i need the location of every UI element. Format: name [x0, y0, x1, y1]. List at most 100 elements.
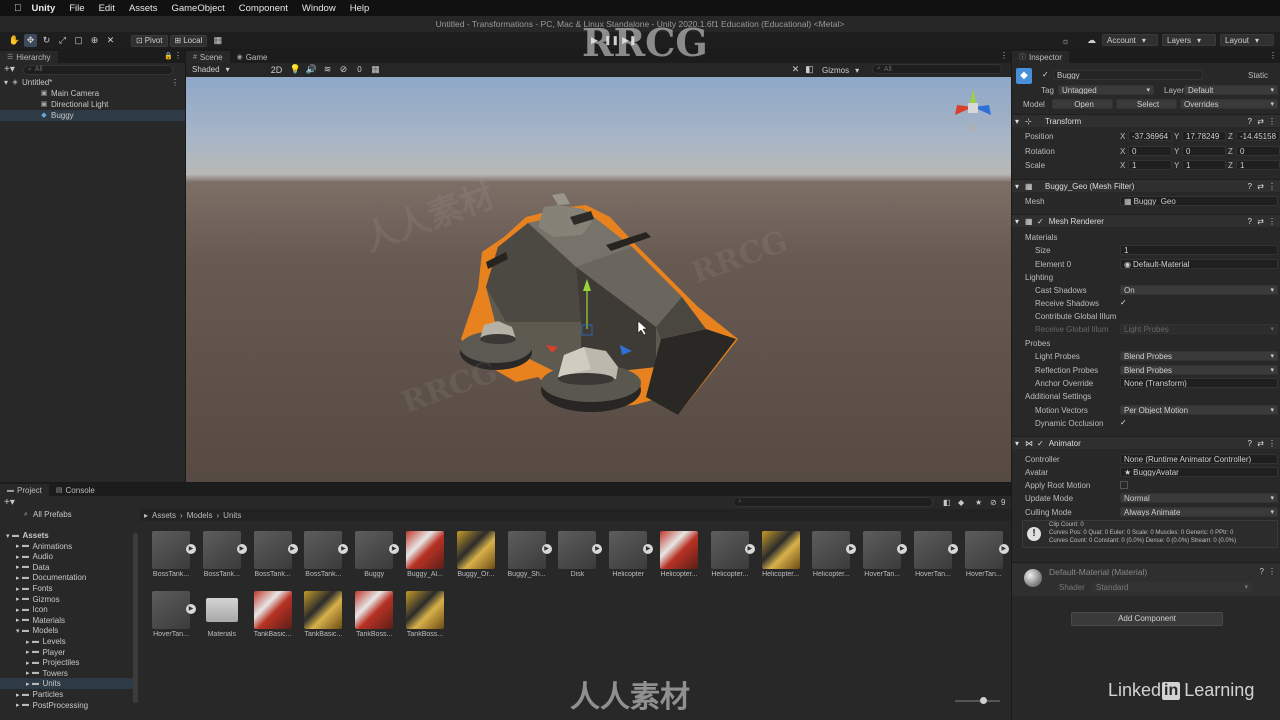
controller-field[interactable]: None (Runtime Animator Controller) — [1120, 454, 1278, 464]
mesh-renderer-header[interactable]: ▾ ▦ ✓ Mesh Renderer ? ⇄ ⋮ — [1012, 214, 1280, 227]
texture-thumbnail[interactable] — [253, 591, 292, 629]
collapse-arrow-icon[interactable]: ▸ — [16, 691, 20, 699]
folder-item[interactable]: ▾ ▬ Models — [0, 625, 138, 636]
expand-arrow-icon[interactable]: ▾ — [6, 532, 10, 540]
lock-icon[interactable]: 🔒 — [164, 52, 173, 60]
collab-icon[interactable]: ☼ — [1059, 34, 1072, 47]
visibility-icon[interactable]: ⊘ — [337, 63, 350, 76]
create-plus-icon[interactable]: +▾ — [4, 497, 15, 508]
model-thumbnail[interactable] — [812, 531, 851, 569]
expand-prefab-icon[interactable]: ▶ — [744, 544, 755, 554]
active-checkbox[interactable]: ✓ — [1042, 71, 1050, 79]
favorite-icon[interactable]: ★ — [975, 498, 982, 507]
expand-prefab-icon[interactable]: ▶ — [948, 544, 958, 554]
expand-prefab-icon[interactable]: ▶ — [236, 544, 247, 554]
tab-hierarchy[interactable]: ☰ Hierarchy — [0, 51, 58, 63]
2d-toggle[interactable]: 2D — [270, 63, 283, 76]
collapse-arrow-icon[interactable]: ▸ — [16, 563, 20, 571]
dynamic-occlusion-checkbox[interactable]: ✓ — [1120, 419, 1128, 427]
local-toggle[interactable]: ⊞ Local — [169, 34, 208, 47]
camera-icon[interactable]: ◧ — [803, 63, 816, 76]
materials-foldout[interactable]: Materials — [1025, 233, 1057, 242]
help-icon[interactable]: ? — [1248, 182, 1252, 191]
hierarchy-item-buggy[interactable]: ◆ Buggy — [0, 110, 185, 121]
project-search[interactable]: ⌕ — [733, 497, 933, 507]
expand-prefab-icon[interactable]: ▶ — [338, 544, 349, 554]
help-icon[interactable]: ? — [1248, 439, 1252, 448]
folder-item[interactable]: ▸ ▬ Animations — [0, 541, 138, 552]
orientation-gizmo[interactable] — [943, 85, 1003, 141]
lighting-icon[interactable]: 💡 — [289, 63, 302, 76]
layers-dropdown[interactable]: Layers — [1162, 34, 1216, 46]
lighting-foldout[interactable]: Lighting — [1025, 273, 1053, 282]
account-dropdown[interactable]: Account — [1102, 34, 1158, 46]
folder-item[interactable]: ▸ ▬ Player — [0, 647, 138, 658]
rotation-z-field[interactable]: 0 — [1236, 146, 1280, 156]
grid-icon[interactable]: ▦ — [369, 63, 382, 76]
position-y-field[interactable]: 17.78249 — [1182, 131, 1226, 141]
scale-y-field[interactable]: 1 — [1182, 160, 1226, 170]
collapse-arrow-icon[interactable]: ▸ — [16, 574, 20, 582]
layout-dropdown[interactable]: Layout — [1220, 34, 1274, 46]
select-button[interactable]: Select — [1116, 99, 1177, 109]
motion-vectors-dropdown[interactable]: Per Object Motion — [1120, 405, 1278, 415]
model-thumbnail[interactable] — [202, 531, 241, 569]
enabled-check-icon[interactable]: ✓ — [1037, 439, 1044, 448]
folder-item[interactable]: ▸ ▬ Fonts — [0, 583, 138, 594]
menu-component[interactable]: Component — [239, 3, 288, 14]
play-icon[interactable]: ▶ — [588, 34, 601, 47]
pause-icon[interactable]: ❚❚ — [604, 34, 619, 47]
tab-scene[interactable]: # Scene — [186, 51, 230, 63]
element0-field[interactable]: ◉ Default-Material — [1120, 259, 1278, 269]
expand-prefab-icon[interactable]: ▶ — [287, 544, 298, 554]
static-toggle[interactable]: Static — [1248, 71, 1268, 80]
tab-inspector[interactable]: ⓘ Inspector — [1012, 51, 1069, 63]
expand-prefab-icon[interactable]: ▶ — [186, 604, 196, 614]
preset-icon[interactable]: ⇄ — [1257, 439, 1264, 448]
component-menu-icon[interactable]: ⋮ — [1268, 182, 1276, 191]
add-component-button[interactable]: Add Component — [1071, 612, 1223, 626]
probes-foldout[interactable]: Probes — [1025, 339, 1050, 348]
folder-item[interactable]: ▸ ▬ Icon — [0, 604, 138, 615]
label-filter-icon[interactable]: ◆ — [958, 498, 964, 507]
model-thumbnail[interactable] — [710, 531, 749, 569]
expand-prefab-icon[interactable]: ▶ — [643, 544, 654, 554]
texture-thumbnail[interactable] — [304, 591, 343, 629]
component-menu-icon[interactable]: ⋮ — [1268, 567, 1276, 576]
menu-gameobject[interactable]: GameObject — [171, 3, 224, 14]
breadcrumb-models[interactable]: Models — [187, 511, 213, 520]
collapse-arrow-icon[interactable]: ▸ — [26, 680, 30, 688]
transform-icon[interactable]: ⊕ — [88, 34, 101, 47]
collapse-arrow-icon[interactable]: ▸ — [16, 553, 20, 561]
folder-item[interactable]: ▸ ▬ Materials — [0, 615, 138, 626]
panel-menu-icon[interactable]: ⋮ — [174, 51, 182, 60]
reflection-probes-dropdown[interactable]: Blend Probes — [1120, 365, 1278, 375]
expand-prefab-icon[interactable]: ▶ — [897, 544, 908, 554]
position-x-field[interactable]: -37.36964 — [1128, 131, 1172, 141]
expand-prefab-icon[interactable]: ▶ — [389, 544, 400, 554]
model-thumbnail[interactable] — [507, 531, 546, 569]
folder-item[interactable]: ▸ ▬ Projectiles — [0, 657, 138, 668]
folder-item[interactable]: ▸ ▬ Units — [0, 678, 138, 690]
zoom-slider-handle[interactable] — [980, 697, 987, 704]
component-menu-icon[interactable]: ⋮ — [1268, 117, 1276, 126]
model-thumbnail[interactable] — [304, 531, 343, 569]
expand-prefab-icon[interactable]: ▶ — [186, 544, 196, 554]
menu-file[interactable]: File — [69, 3, 84, 14]
app-menu[interactable]: Unity — [32, 3, 56, 14]
folder-item[interactable]: ▸ ▬ Towers — [0, 668, 138, 679]
component-menu-icon[interactable]: ⋮ — [1268, 439, 1276, 448]
folder-item[interactable]: ▸ ▬ Audio — [0, 551, 138, 562]
folder-item[interactable]: ▸ ▬ Gizmos — [0, 594, 138, 605]
preset-icon[interactable]: ⇄ — [1257, 117, 1264, 126]
collapse-arrow-icon[interactable]: ▸ — [16, 585, 20, 593]
model-thumbnail[interactable] — [863, 531, 902, 569]
scale-x-field[interactable]: 1 — [1128, 160, 1172, 170]
hierarchy-search[interactable]: ⌕ All — [22, 64, 173, 75]
model-thumbnail[interactable] — [964, 531, 1003, 569]
collapse-arrow-icon[interactable]: ▸ — [26, 659, 30, 667]
help-icon[interactable]: ? — [1248, 117, 1252, 126]
pivot-toggle[interactable]: ⊡ Pivot — [131, 34, 168, 47]
expand-arrow-icon[interactable]: ▾ — [16, 627, 20, 635]
component-menu-icon[interactable]: ⋮ — [1268, 217, 1276, 226]
